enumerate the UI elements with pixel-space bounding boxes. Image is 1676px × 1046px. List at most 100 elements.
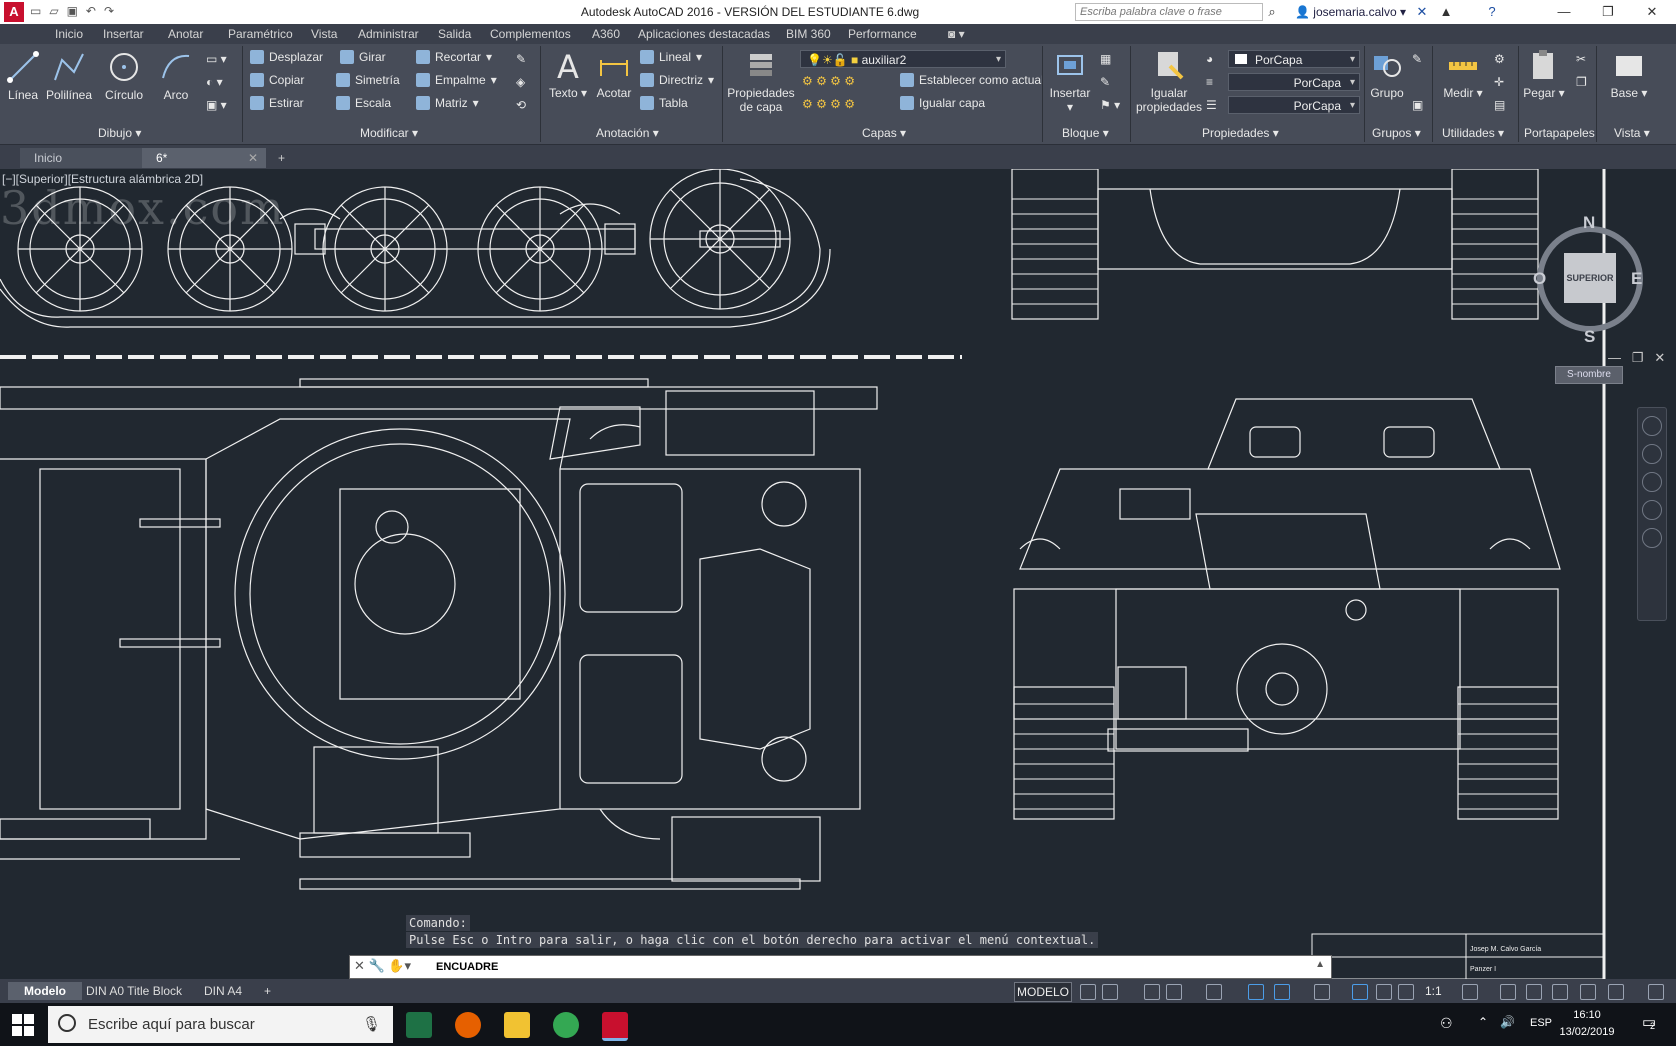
panel-capas[interactable]: Capas ▾ (862, 126, 906, 140)
new-icon[interactable]: ▭ (30, 4, 41, 18)
panel-modificar[interactable]: Modificar ▾ (360, 126, 418, 140)
viewport-minimize-icon[interactable]: — (1608, 350, 1621, 365)
command-input-text[interactable]: ENCUADRE (436, 961, 498, 973)
lineweight-dropdown[interactable]: PorCapa (1228, 96, 1360, 115)
a360-icon[interactable]: ▲ (1436, 2, 1456, 22)
color-wheel-icon[interactable]: ◕ (1206, 52, 1213, 66)
microphone-icon[interactable]: 🎙 (362, 1015, 381, 1033)
compass-west[interactable]: O (1533, 269, 1546, 289)
taskbar-search-box[interactable]: Escribe aquí para buscar 🎙 (48, 1006, 393, 1043)
move-button[interactable]: Desplazar (250, 50, 323, 64)
layer-dropdown[interactable]: 💡☀🔓 ■ auxiliar2 (800, 50, 1006, 69)
dimension-button[interactable]: Acotar (592, 48, 636, 100)
panel-propiedades[interactable]: Propiedades ▾ (1202, 126, 1279, 140)
viewport-controls[interactable]: [−][Superior][Estructura alámbrica 2D] (2, 172, 203, 186)
panel-vista[interactable]: Vista ▾ (1614, 126, 1650, 140)
ucs-menu[interactable]: S-nombre (1555, 366, 1623, 384)
volume-icon[interactable]: 🔊 (1500, 1015, 1515, 1029)
group-button[interactable]: Grupo (1366, 48, 1408, 100)
linear-dim-button[interactable]: Lineal ▾ (640, 50, 702, 64)
panel-grupos[interactable]: Grupos ▾ (1372, 126, 1421, 140)
viewcube-face-top[interactable]: SUPERIOR (1564, 253, 1616, 303)
file-explorer-icon[interactable] (504, 1012, 530, 1038)
panel-portapapeles[interactable]: Portapapeles (1524, 126, 1595, 140)
steering-wheel-icon[interactable] (1642, 416, 1662, 436)
object-snap-tracking-icon[interactable] (1248, 984, 1264, 1000)
stretch-button[interactable]: Estirar (250, 96, 304, 110)
color-dropdown[interactable]: PorCapa (1228, 50, 1360, 69)
lineweight-icon[interactable]: ☰ (1206, 98, 1217, 112)
block-attr-icon[interactable]: ⚑ ▾ (1100, 98, 1120, 112)
orbit-icon[interactable] (1642, 500, 1662, 520)
tab-vista[interactable]: Vista (311, 27, 337, 41)
insert-block-button[interactable]: Insertar ▾ (1046, 48, 1094, 114)
rectangle-icon[interactable]: ▭ ▾ (206, 52, 227, 66)
measure-button[interactable]: Medir ▾ (1438, 48, 1488, 100)
close-window-button[interactable]: ✕ (1632, 2, 1672, 22)
input-language[interactable]: ESP (1530, 1017, 1552, 1029)
explode-icon[interactable]: ◈ (516, 75, 525, 89)
text-button[interactable]: A Texto ▾ (548, 48, 588, 100)
offset-icon[interactable]: ⟲ (516, 98, 526, 112)
group-select-icon[interactable]: ▣ (1412, 98, 1423, 112)
showmotion-icon[interactable] (1642, 528, 1662, 548)
layer-tools-row1[interactable]: ⚙ ⚙ ⚙ ⚙ (802, 74, 855, 88)
panel-bloque[interactable]: Bloque ▾ (1062, 126, 1109, 140)
chrome-app-icon[interactable] (553, 1012, 579, 1038)
base-view-button[interactable]: Base ▾ (1604, 48, 1654, 100)
layout-tab-add[interactable]: + (264, 982, 271, 1000)
circle-button[interactable]: Círculo (100, 50, 148, 102)
system-clock[interactable]: 16:10 13/02/2019 (1552, 1007, 1622, 1041)
layer-tools-row2[interactable]: ⚙ ⚙ ⚙ ⚙ (802, 97, 855, 111)
region-icon[interactable]: ▣ ▾ (206, 98, 227, 112)
customization-icon[interactable] (1648, 984, 1664, 1000)
layout-tab-a4[interactable]: DIN A4 (204, 982, 242, 1000)
ungroup-icon[interactable]: ✎ (1412, 52, 1422, 66)
tab-salida[interactable]: Salida (438, 27, 471, 41)
compass-south[interactable]: S (1584, 327, 1595, 347)
close-tab-icon[interactable]: ✕ (248, 148, 258, 168)
mirror-button[interactable]: Simetría (336, 73, 400, 87)
quick-select-icon[interactable]: ⚙ (1494, 52, 1505, 66)
command-close-icon[interactable]: ✕ 🔧 ✋▾ (354, 958, 411, 974)
pan-icon[interactable] (1642, 444, 1662, 464)
drawing-area[interactable]: [−][Superior][Estructura alámbrica 2D] 3… (0, 169, 1676, 979)
copy-clip-icon[interactable]: ❐ (1576, 75, 1587, 89)
create-block-icon[interactable]: ▦ (1100, 52, 1111, 66)
layout-tab-model[interactable]: Modelo (8, 982, 82, 1000)
tab-administrar[interactable]: Administrar (358, 27, 419, 41)
compass-east[interactable]: E (1631, 269, 1642, 289)
new-tab-button[interactable]: + (272, 148, 296, 168)
scale-button[interactable]: Escala (336, 96, 391, 110)
user-account[interactable]: 👤 josemaria.calvo ▾ (1295, 5, 1406, 19)
compass-north[interactable]: N (1583, 213, 1595, 233)
layer-properties-button[interactable]: Propiedades de capa (726, 48, 796, 114)
redo-icon[interactable]: ↷ (104, 4, 114, 18)
table-button[interactable]: Tabla (640, 96, 688, 110)
calculator-icon[interactable]: ▤ (1494, 98, 1505, 112)
isolate-objects-icon[interactable] (1552, 984, 1568, 1000)
tab-parametrico[interactable]: Paramétrico (228, 27, 293, 41)
auto-scale-icon[interactable] (1376, 984, 1392, 1000)
layout-tab-a0[interactable]: DIN A0 Title Block (86, 982, 182, 1000)
panel-anotacion[interactable]: Anotación ▾ (596, 126, 659, 140)
linetype-dropdown[interactable]: PorCapa (1228, 73, 1360, 92)
zoom-extents-icon[interactable] (1642, 472, 1662, 492)
panel-dibujo[interactable]: Dibujo ▾ (98, 126, 141, 140)
point-icon[interactable]: ✛ (1494, 75, 1504, 89)
selection-cycling-icon[interactable] (1314, 984, 1330, 1000)
undo-icon[interactable]: ↶ (86, 4, 96, 18)
autocad-taskbar-icon[interactable] (602, 1012, 628, 1041)
linetype-icon[interactable]: ≡ (1206, 75, 1213, 89)
tab-complementos[interactable]: Complementos (490, 27, 571, 41)
set-current-layer-button[interactable]: Establecer como actual (900, 73, 1044, 87)
tab-a360[interactable]: A360 (592, 27, 620, 41)
polar-icon[interactable] (1166, 984, 1182, 1000)
maximize-button[interactable]: ❐ (1588, 2, 1628, 22)
snap-icon[interactable] (1102, 984, 1118, 1000)
trim-button[interactable]: Recortar ▾ (416, 50, 492, 64)
windows-start-icon[interactable] (12, 1014, 34, 1036)
clean-screen-icon[interactable] (1608, 984, 1624, 1000)
viewport-restore-icon[interactable]: ❐ (1632, 350, 1644, 365)
model-space-toggle[interactable]: MODELO (1014, 982, 1072, 1002)
